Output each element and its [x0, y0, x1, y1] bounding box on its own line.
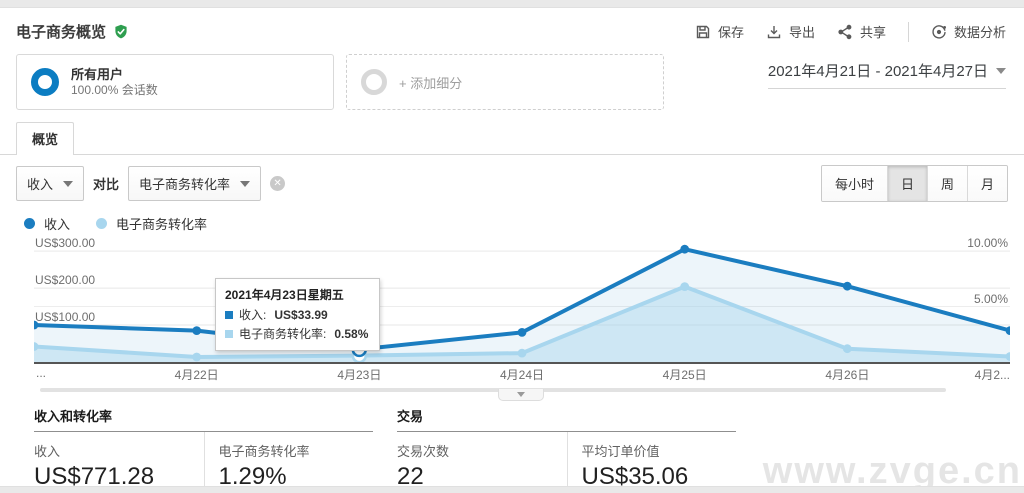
x-axis-tick: 4月2... [974, 368, 1010, 382]
report-header: 电子商务概览 保存 导出 共享 数据分析 [0, 8, 1024, 50]
metric-card-conversion: 电子商务转化率 1.29% [203, 432, 374, 493]
remove-metric-icon[interactable]: ✕ [270, 176, 286, 191]
segments-row: 所有用户 100.00% 会话数 + 添加细分 2021年4月21日 - 202… [0, 50, 1024, 120]
title-wrap: 电子商务概览 [16, 21, 129, 42]
export-label: 导出 [788, 25, 815, 40]
share-button[interactable]: 共享 [837, 22, 886, 41]
segment-ring-icon [31, 68, 59, 96]
vs-label: 对比 [93, 177, 120, 192]
header-actions: 保存 导出 共享 数据分析 [695, 21, 1006, 42]
export-button[interactable]: 导出 [766, 22, 815, 41]
secondary-metric-select[interactable]: 电子商务转化率 [128, 166, 262, 201]
metric-card-transactions: 交易次数 22 [397, 432, 567, 493]
chart-canvas [34, 244, 1010, 362]
segment-subtitle: 100.00% 会话数 [71, 82, 158, 97]
legend-item-revenue: 收入 [24, 214, 70, 233]
section-header: 收入和转化率 [34, 406, 373, 432]
download-icon [766, 24, 782, 40]
main-chart[interactable]: 2021年4月23日星期五 收入: US$33.99 电子商务转化率: 0.58… [34, 236, 1010, 364]
legend-dot-icon [24, 218, 35, 229]
metric-card-aov: 平均订单价值 US$35.06 [566, 432, 737, 493]
segment-title: 所有用户 [71, 66, 124, 82]
granularity-day-button[interactable]: 日 [886, 166, 927, 201]
series-swatch-icon [225, 310, 233, 319]
metric-pickers: 收入 对比 电子商务转化率 ✕ [16, 166, 286, 201]
cards-row: 交易次数 22 平均订单价值 US$35.06 [397, 432, 736, 493]
summary-section-revenue: 收入和转化率 收入 US$771.28 电子商务转化率 1.29% [34, 406, 373, 493]
bottom-strip [0, 486, 1024, 493]
chevron-down-icon [240, 180, 251, 187]
summary-section-transactions: 交易 交易次数 22 平均订单价值 US$35.06 [397, 406, 736, 493]
x-axis-tick: 4月26日 [825, 368, 870, 382]
insights-icon [931, 24, 947, 40]
chevron-down-icon [517, 392, 525, 397]
section-title: 收入和转化率 [34, 409, 113, 424]
date-range-picker[interactable]: 2021年4月21日 - 2021年4月27日 [767, 60, 1006, 89]
chart-legend: 收入 电子商务转化率 [0, 211, 1024, 240]
series-swatch-icon [225, 329, 233, 338]
x-axis-tick: 4月22日 [174, 368, 219, 382]
x-axis-tick: 4月25日 [662, 368, 707, 382]
segment-all-users[interactable]: 所有用户 100.00% 会话数 [16, 54, 334, 110]
granularity-hourly-button[interactable]: 每小时 [821, 166, 887, 201]
save-icon [695, 24, 711, 40]
section-title: 交易 [397, 409, 424, 424]
annotations-expander[interactable] [498, 389, 544, 401]
tooltip-label: 收入: [239, 308, 267, 322]
metric-card-revenue: 收入 US$771.28 [34, 432, 204, 493]
metric-label: 交易次数 [397, 444, 450, 459]
save-label: 保存 [717, 25, 744, 40]
share-icon [837, 24, 853, 40]
secondary-metric-label: 电子商务转化率 [139, 177, 231, 192]
save-button[interactable]: 保存 [695, 22, 744, 41]
x-axis-labels: ... 4月22日 4月23日 4月24日 4月25日 4月26日 4月2... [34, 366, 1010, 383]
summary-row: 收入和转化率 收入 US$771.28 电子商务转化率 1.29% 交易 交易次… [0, 403, 1024, 493]
tooltip-row: 电子商务转化率: 0.58% [225, 325, 368, 342]
add-segment-button[interactable]: + 添加细分 [346, 54, 664, 110]
tab-row: 概览 [0, 122, 1024, 155]
legend-label: 电子商务转化率 [116, 217, 208, 232]
segment-ring-grey-icon [361, 69, 387, 95]
controls-row: 收入 对比 电子商务转化率 ✕ 每小时 日 周 月 [0, 155, 1024, 211]
chevron-down-icon [63, 180, 74, 187]
x-axis-tick: 4月24日 [499, 368, 545, 382]
actions-divider [907, 21, 909, 42]
insights-button[interactable]: 数据分析 [931, 22, 1006, 41]
primary-metric-label: 收入 [27, 177, 54, 192]
tab-overview[interactable]: 概览 [16, 122, 75, 155]
chevron-down-icon [996, 67, 1006, 74]
cards-row: 收入 US$771.28 电子商务转化率 1.29% [34, 432, 373, 493]
tooltip-label: 电子商务转化率: [239, 327, 327, 341]
chart-tooltip: 2021年4月23日星期五 收入: US$33.99 电子商务转化率: 0.58… [215, 278, 381, 351]
primary-metric-select[interactable]: 收入 [16, 166, 85, 201]
chart-scroll-row [16, 384, 1008, 403]
timeline-scrollbar[interactable] [40, 388, 946, 392]
x-axis-line [34, 362, 1010, 364]
x-axis-tick: 4月23日 [337, 368, 382, 382]
metric-label: 电子商务转化率 [218, 444, 310, 459]
analytics-page: 电子商务概览 保存 导出 共享 数据分析 所有用户 100.00% 会话数 + … [0, 0, 1024, 493]
legend-dot-icon [96, 218, 108, 229]
tooltip-value: US$33.99 [274, 307, 328, 322]
date-range-text: 2021年4月21日 - 2021年4月27日 [767, 63, 988, 80]
metric-label: 平均订单价值 [581, 444, 660, 459]
verified-shield-icon [113, 24, 129, 40]
top-strip [0, 0, 1024, 8]
insights-label: 数据分析 [953, 25, 1006, 40]
metric-label: 收入 [34, 444, 61, 459]
legend-item-conversion: 电子商务转化率 [96, 214, 207, 233]
legend-label: 收入 [44, 217, 71, 232]
granularity-month-button[interactable]: 月 [966, 166, 1007, 201]
page-title: 电子商务概览 [16, 24, 107, 41]
add-segment-label: + 添加细分 [399, 75, 463, 91]
share-label: 共享 [859, 25, 886, 40]
tooltip-title: 2021年4月23日星期五 [225, 288, 344, 302]
tooltip-value: 0.58% [334, 326, 369, 341]
x-axis-tick: ... [36, 366, 47, 380]
section-header: 交易 [397, 406, 736, 432]
tooltip-row: 收入: US$33.99 [225, 306, 368, 323]
granularity-group: 每小时 日 周 月 [820, 165, 1008, 202]
segment-texts: 所有用户 100.00% 会话数 [71, 67, 158, 98]
granularity-week-button[interactable]: 周 [926, 166, 967, 201]
